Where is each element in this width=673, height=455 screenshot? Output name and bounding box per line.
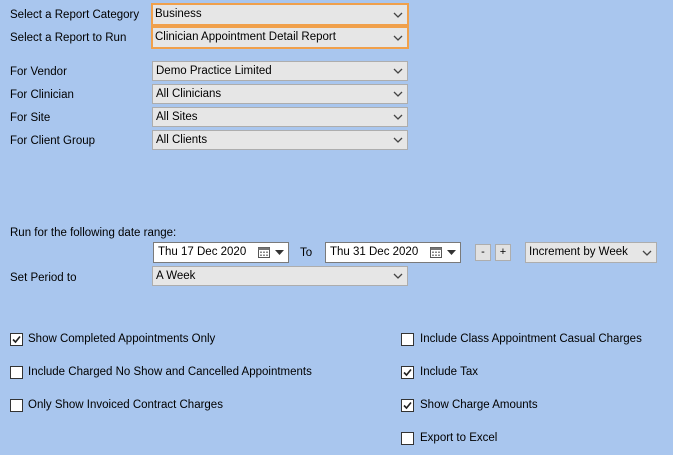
chevron-down-icon <box>393 114 403 120</box>
increment-button[interactable]: + <box>495 244 511 261</box>
vendor-value: Demo Practice Limited <box>156 65 272 77</box>
report-to-run-select[interactable]: Clinician Appointment Detail Report <box>151 26 409 49</box>
report-category-label: Select a Report Category <box>10 9 140 21</box>
client-group-select[interactable]: All Clients <box>152 130 408 150</box>
show-completed-label[interactable]: Show Completed Appointments Only <box>28 332 215 346</box>
chevron-down-icon <box>393 91 403 97</box>
check-icon <box>12 335 21 344</box>
to-label: To <box>300 247 313 259</box>
include-tax-checkbox[interactable] <box>401 366 414 379</box>
increment-value: Increment by Week <box>529 246 628 258</box>
include-no-show-label[interactable]: Include Charged No Show and Cancelled Ap… <box>28 365 312 379</box>
caret-down-icon <box>447 250 456 255</box>
export-excel-label[interactable]: Export to Excel <box>420 431 497 445</box>
vendor-select[interactable]: Demo Practice Limited <box>152 61 408 81</box>
export-excel-checkbox[interactable] <box>401 432 414 445</box>
decrement-button[interactable]: - <box>475 244 491 261</box>
chevron-down-icon <box>393 137 403 143</box>
calendar-icon <box>430 247 442 258</box>
set-period-label: Set Period to <box>10 272 77 284</box>
report-to-run-value: Clinician Appointment Detail Report <box>155 31 336 43</box>
caret-down-icon <box>275 250 284 255</box>
vendor-label: For Vendor <box>10 66 67 78</box>
show-completed-checkbox[interactable] <box>10 333 23 346</box>
report-category-value: Business <box>155 8 202 20</box>
client-group-value: All Clients <box>156 134 208 146</box>
from-date-value: Thu 17 Dec 2020 <box>158 246 247 258</box>
chevron-down-icon <box>393 35 403 41</box>
show-charge-checkbox[interactable] <box>401 399 414 412</box>
check-icon <box>403 368 412 377</box>
site-select[interactable]: All Sites <box>152 107 408 127</box>
include-class-checkbox[interactable] <box>401 333 414 346</box>
chevron-down-icon <box>642 250 652 256</box>
check-icon <box>403 401 412 410</box>
site-value: All Sites <box>156 111 198 123</box>
to-date-picker[interactable]: Thu 31 Dec 2020 <box>325 242 461 263</box>
site-label: For Site <box>10 112 51 124</box>
only-invoiced-label[interactable]: Only Show Invoiced Contract Charges <box>28 398 223 412</box>
report-to-run-label: Select a Report to Run <box>10 32 127 44</box>
show-charge-label[interactable]: Show Charge Amounts <box>420 398 538 412</box>
to-date-value: Thu 31 Dec 2020 <box>330 246 419 258</box>
report-category-select[interactable]: Business <box>151 3 409 26</box>
chevron-down-icon <box>393 12 403 18</box>
set-period-value: A Week <box>156 270 196 282</box>
include-tax-label[interactable]: Include Tax <box>420 365 478 379</box>
clinician-label: For Clinician <box>10 89 74 101</box>
include-no-show-checkbox[interactable] <box>10 366 23 379</box>
chevron-down-icon <box>393 273 403 279</box>
clinician-value: All Clinicians <box>156 88 222 100</box>
chevron-down-icon <box>393 68 403 74</box>
increment-select[interactable]: Increment by Week <box>525 242 657 263</box>
include-class-label[interactable]: Include Class Appointment Casual Charges <box>420 332 642 346</box>
clinician-select[interactable]: All Clinicians <box>152 84 408 104</box>
from-date-picker[interactable]: Thu 17 Dec 2020 <box>153 242 289 263</box>
only-invoiced-checkbox[interactable] <box>10 399 23 412</box>
client-group-label: For Client Group <box>10 135 96 147</box>
calendar-icon <box>258 247 270 258</box>
date-range-heading: Run for the following date range: <box>10 227 177 239</box>
set-period-select[interactable]: A Week <box>152 266 408 286</box>
